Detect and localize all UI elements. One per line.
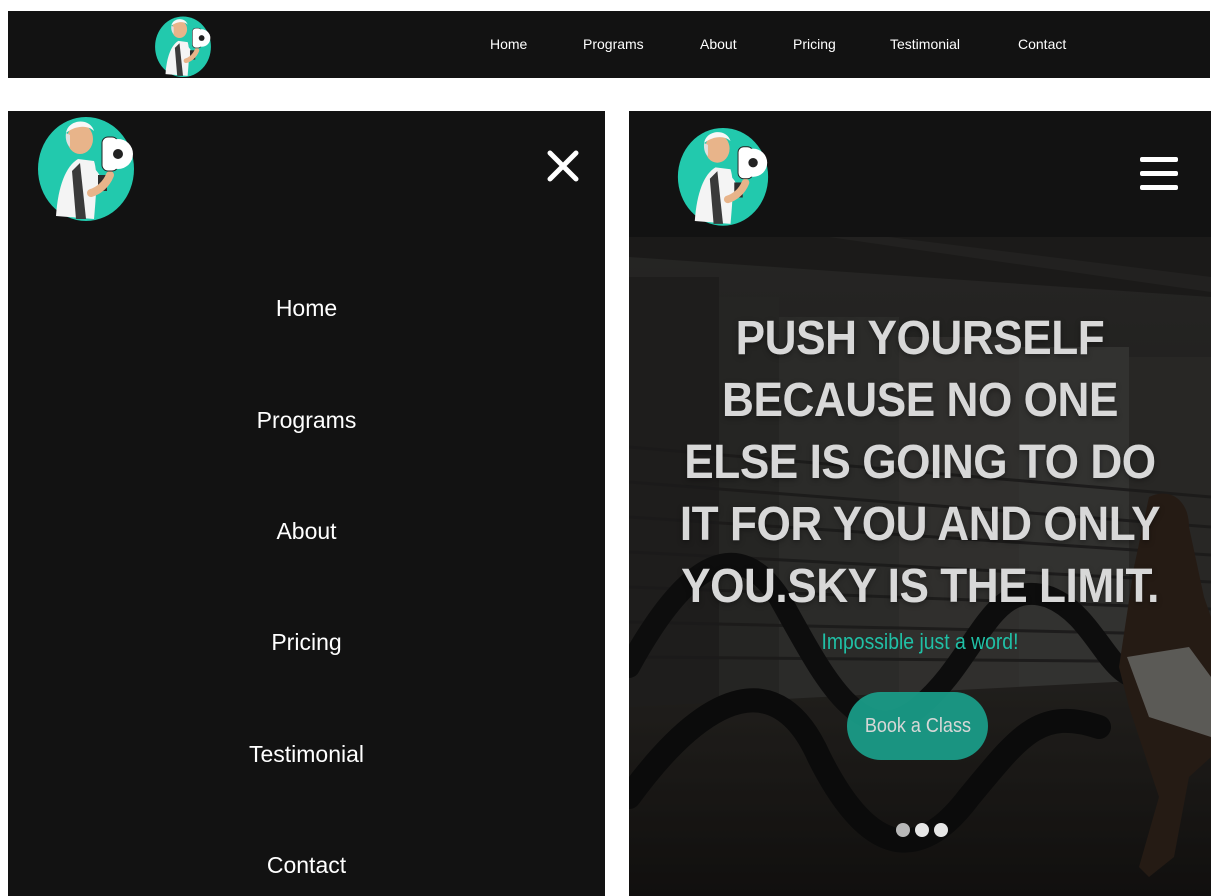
nav-link-testimonial[interactable]: Testimonial [890,36,960,52]
carousel-indicators [896,823,953,837]
hamburger-menu-icon[interactable] [1140,157,1178,191]
hero-subtitle: Impossible just a word! [821,629,1019,654]
nav-link-programs[interactable]: Programs [583,36,644,52]
nav-link-home[interactable]: Home [490,36,527,52]
mobile-header [629,111,1211,237]
menu-item-programs[interactable]: Programs [8,407,605,434]
menu-item-pricing[interactable]: Pricing [8,629,605,656]
menu-item-home[interactable]: Home [8,295,605,322]
mobile-hero: PUSH YOURSELF BECAUSE NO ONE ELSE IS GOI… [629,111,1211,896]
nav-link-contact[interactable]: Contact [1018,36,1066,52]
carousel-dot-1[interactable] [896,823,910,837]
book-a-class-label: Book a Class [864,714,971,737]
nav-link-pricing[interactable]: Pricing [793,36,836,52]
desktop-nav-links: Home Programs About Pricing Testimonial … [8,11,1210,78]
menu-item-contact[interactable]: Contact [8,852,605,879]
carousel-dot-2[interactable] [915,823,929,837]
close-icon[interactable] [546,149,580,183]
menu-item-testimonial[interactable]: Testimonial [8,741,605,768]
gym-logo-icon[interactable] [676,117,770,231]
mobile-menu-panel: Home Programs About Pricing Testimonial … [8,111,605,896]
nav-link-about[interactable]: About [700,36,737,52]
menu-item-about[interactable]: About [8,518,605,545]
carousel-dot-3[interactable] [934,823,948,837]
hero-headline: PUSH YOURSELF BECAUSE NO ONE ELSE IS GOI… [679,312,1161,613]
gym-logo-icon[interactable] [35,111,137,221]
desktop-navbar: Home Programs About Pricing Testimonial … [8,11,1210,78]
book-a-class-button[interactable]: Book a Class [847,692,988,760]
